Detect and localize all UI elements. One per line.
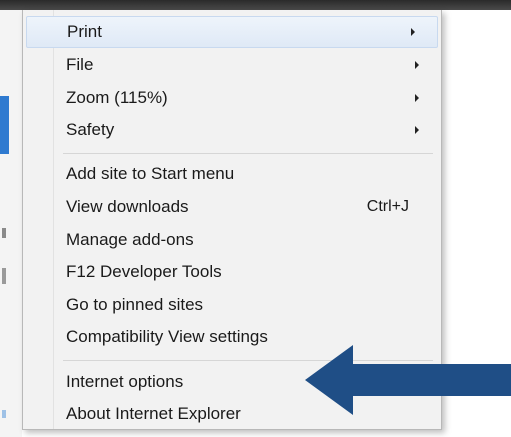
shortcut-label: Ctrl+J — [366, 198, 409, 215]
submenu-arrow-icon — [415, 61, 419, 69]
menu-item-label: Go to pinned sites — [66, 295, 204, 314]
background-fragment — [2, 268, 6, 284]
menu-item-label: File — [66, 55, 94, 74]
menu-item-label: F12 Developer Tools — [66, 262, 222, 281]
annotation-arrow-shape — [305, 345, 511, 415]
menu-item-safety[interactable]: Safety — [23, 114, 441, 146]
menu-item-print[interactable]: Print — [26, 16, 438, 48]
menu-item-label: Manage add-ons — [66, 230, 194, 249]
menu-item-label: Zoom (115%) — [66, 88, 168, 107]
left-arrow-icon — [305, 345, 511, 415]
menu-separator — [63, 153, 433, 154]
menu-item-go-to-pinned-sites[interactable]: Go to pinned sites — [23, 289, 441, 321]
background-fragment — [2, 410, 6, 418]
menu-item-label: View downloads — [66, 197, 189, 216]
menu-item-manage-add-ons[interactable]: Manage add-ons — [23, 224, 441, 256]
background-blue-element — [0, 96, 9, 154]
menu-item-view-downloads[interactable]: View downloads Ctrl+J — [23, 191, 441, 223]
background-window-strip — [0, 10, 22, 437]
submenu-arrow-icon — [415, 94, 419, 102]
submenu-arrow-icon — [415, 126, 419, 134]
submenu-arrow-icon — [411, 28, 415, 36]
menu-item-label: Compatibility View settings — [66, 327, 268, 346]
menu-item-file[interactable]: File — [23, 49, 441, 81]
menu-item-label: Safety — [66, 120, 115, 139]
menu-item-zoom[interactable]: Zoom (115%) — [23, 82, 441, 114]
menu-item-f12-developer-tools[interactable]: F12 Developer Tools — [23, 256, 441, 288]
window-top-edge — [0, 0, 511, 10]
background-fragment — [2, 228, 6, 238]
menu-item-label: Print — [67, 22, 102, 41]
menu-item-add-site-to-start-menu[interactable]: Add site to Start menu — [23, 158, 441, 190]
screenshot-stage: Print File Zoom (115%) Safety Add site t… — [0, 0, 511, 437]
menu-item-label: Add site to Start menu — [66, 164, 235, 183]
